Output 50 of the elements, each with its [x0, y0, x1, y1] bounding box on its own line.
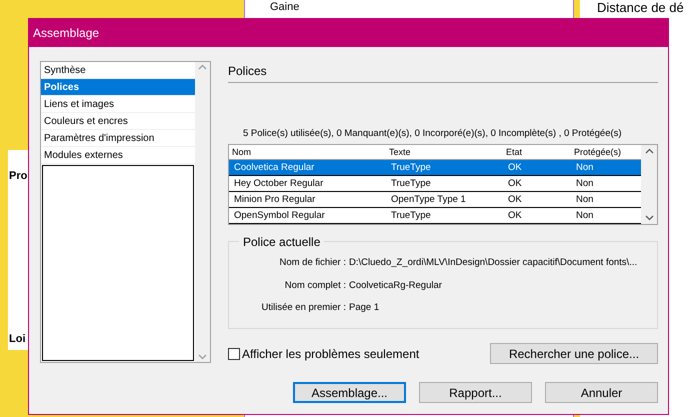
scroll-up-icon[interactable] [644, 148, 654, 154]
document-text: Pro [9, 169, 28, 184]
section-title: Polices [228, 63, 268, 80]
field-label: Utilisée en premier : [260, 300, 347, 315]
table-cell-text: OK [507, 192, 523, 207]
dialog-button[interactable]: Assemblage... [293, 382, 406, 404]
field-value: Page 1 [349, 300, 380, 315]
column-header[interactable]: Protégée(s) [571, 145, 641, 160]
table-cell-text: OpenType Type 1 [390, 192, 467, 207]
scroll-down-icon[interactable] [644, 215, 654, 222]
column-header[interactable]: Nom [229, 145, 386, 160]
field-label: Nom de fichier : [278, 256, 347, 270]
document-text: Distance de dé [597, 0, 684, 17]
find-font-button[interactable]: Rechercher une police... [490, 343, 658, 364]
table-cell-text: TrueType [390, 160, 432, 175]
sidebar-item[interactable]: Polices [41, 79, 195, 96]
window-title: Assemblage [33, 25, 100, 42]
table-cell-text: TrueType [390, 176, 432, 191]
table-cell-text: Non [575, 192, 594, 207]
table-cell-text: Coolvetica Regular [233, 160, 316, 175]
column-header[interactable]: Etat [503, 145, 571, 160]
table-cell-text: Non [575, 208, 594, 223]
table-cell-text: OK [507, 160, 523, 175]
field-value: CoolveticaRg-Regular [349, 278, 442, 292]
document-text: Gaine [270, 1, 300, 14]
table-cell-text: Minion Pro Regular [233, 192, 316, 207]
table-cell-text: Hey October Regular [233, 176, 324, 191]
table-cell-text: OpenSymbol Regular [233, 208, 326, 223]
dialog-button[interactable]: Annuler [545, 382, 658, 404]
field-label: Nom complet : [284, 278, 347, 292]
scrollbar[interactable] [641, 145, 657, 224]
table-row[interactable]: Hey October Regular TrueType OK Non [229, 176, 641, 192]
scroll-up-icon[interactable] [198, 64, 207, 70]
summary-text: 5 Police(s) utilisée(s), 0 Manquant(e)(s), 0 Incorporé(e)(s), 0 Incomplète(s) , 0 Protégée(s) [242, 127, 623, 141]
scroll-down-icon[interactable] [198, 354, 207, 360]
table-row[interactable]: Coolvetica Regular TrueType OK Non [229, 160, 641, 176]
document-text: Loi [9, 332, 26, 347]
table-row[interactable]: OpenSymbol Regular TrueType OK Non [229, 208, 641, 224]
checkbox-label[interactable]: Afficher les problèmes seulement [242, 344, 420, 363]
checkbox[interactable] [228, 348, 240, 360]
dialog-button[interactable]: Rapport... [419, 382, 532, 404]
table-cell-text: TrueType [390, 208, 432, 223]
table-cell-text: OK [507, 208, 523, 223]
table-cell-text: Non [575, 176, 594, 191]
column-header[interactable]: Texte [386, 145, 503, 160]
field-value: D:\Cluedo_Z_ordi\MLV\InDesign\Dossier capacitif\Document fonts\... [349, 256, 638, 270]
table-row[interactable]: Minion Pro Regular OpenType Type 1 OK Non [229, 192, 641, 208]
scrollbar[interactable] [195, 62, 210, 362]
table-cell-text: OK [507, 176, 523, 191]
table-cell-text: Non [575, 160, 594, 175]
